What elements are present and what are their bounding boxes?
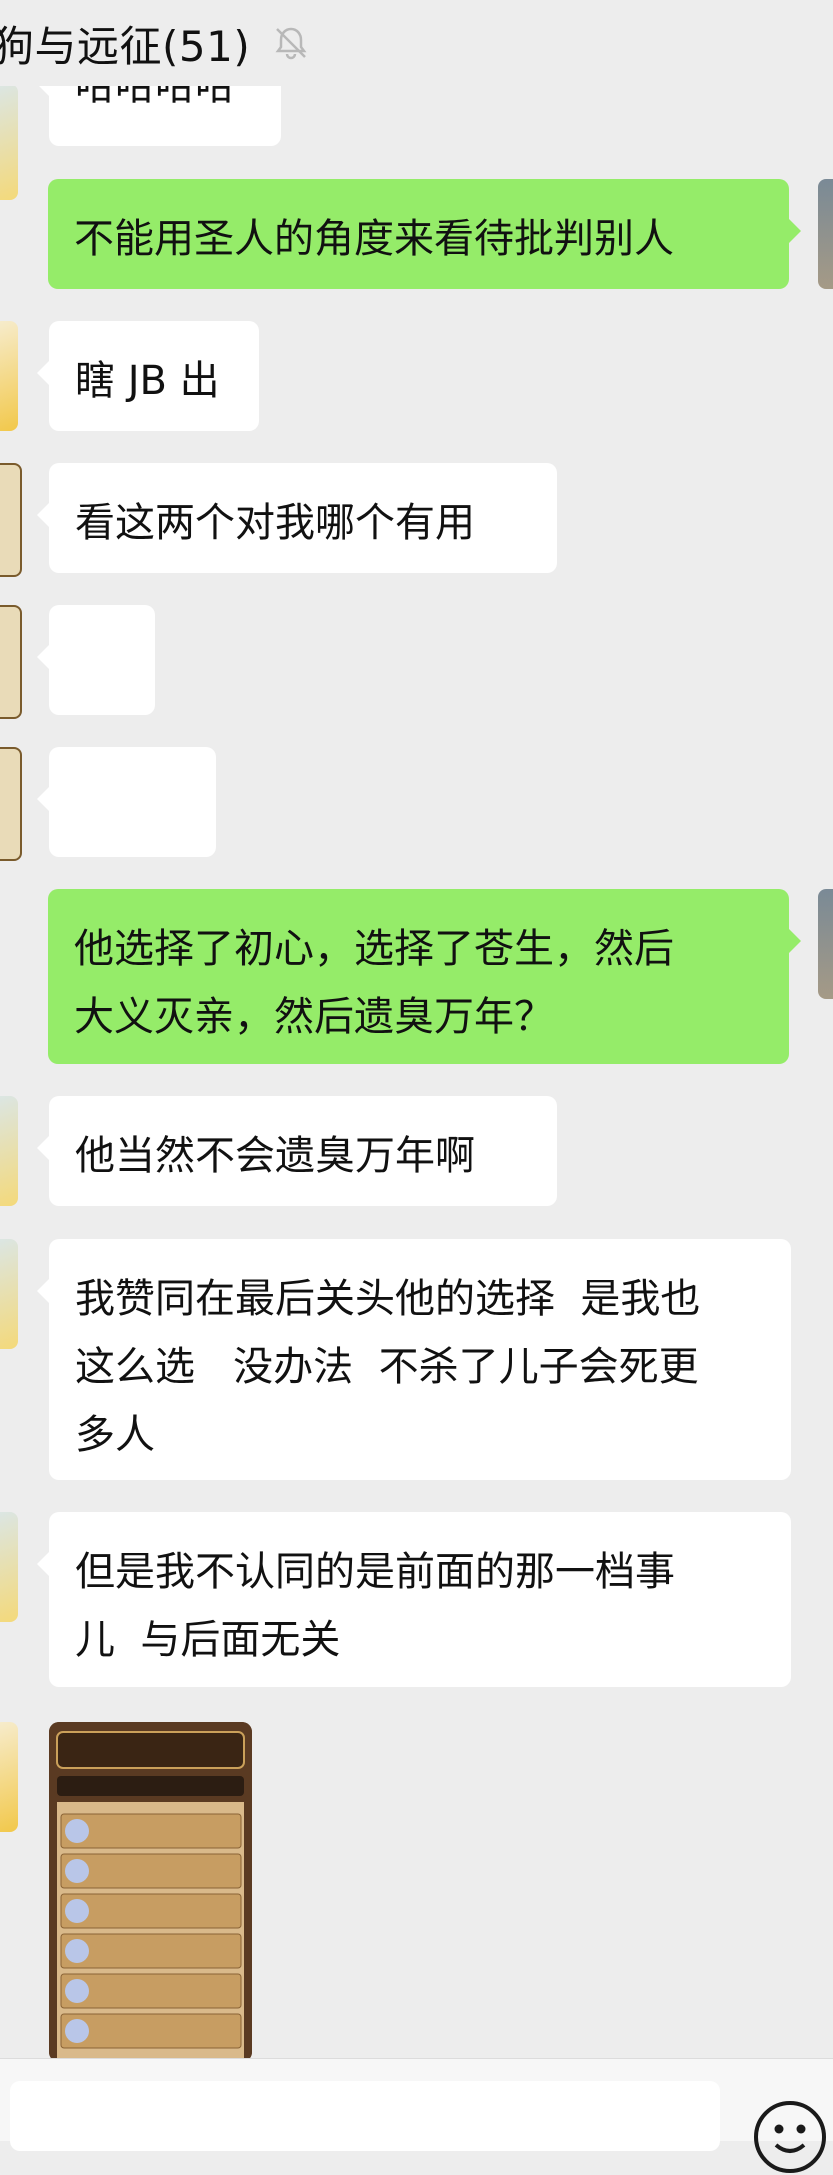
- emoji-message[interactable]: [37, 747, 216, 1041]
- avatar[interactable]: [0, 1512, 18, 1622]
- message-bubble[interactable]: 瞎 JB 出: [37, 321, 259, 431]
- avatar[interactable]: [0, 84, 18, 200]
- game-screenshot-thumbnail: [49, 1722, 252, 2060]
- avatar[interactable]: [0, 747, 22, 861]
- bell-off-icon: [275, 27, 307, 60]
- message-bubble[interactable]: 看这两个对我哪个有用: [37, 463, 557, 573]
- chat-header: 狗与远征(51): [0, 0, 833, 86]
- message-bubble[interactable]: 不能用圣人的角度来看待批判别人: [48, 179, 801, 289]
- message-bubble[interactable]: 我赞同在最后关头他的选择 是我也 这么选 没办法 不杀了儿子会死更 多人: [37, 1239, 791, 1480]
- avatar[interactable]: [0, 605, 22, 719]
- message-bubble[interactable]: 但是我不认同的是前面的那一档事 儿 与后面无关: [37, 1512, 791, 1687]
- avatar[interactable]: [0, 463, 22, 577]
- avatar[interactable]: [0, 1239, 18, 1349]
- message-input[interactable]: [10, 2081, 720, 2151]
- chat-history[interactable]: 哈哈哈哈 不能用圣人的角度来看待批判别人 瞎 JB 出 看这两个对我哪个有用 他…: [0, 0, 833, 2060]
- smiley-face-icon[interactable]: [752, 2099, 828, 2175]
- message-bubble[interactable]: 他选择了初心，选择了苍生，然后 大义灭亲，然后遗臭万年？: [48, 889, 801, 1064]
- emoji-message[interactable]: [37, 605, 155, 831]
- input-bar: [0, 2058, 833, 2173]
- image-message[interactable]: [49, 1722, 252, 2060]
- avatar[interactable]: [0, 1722, 18, 1832]
- chat-title[interactable]: 狗与远征(51): [0, 13, 250, 74]
- avatar[interactable]: [0, 1096, 18, 1206]
- message-bubble[interactable]: 他当然不会遗臭万年啊: [37, 1096, 557, 1206]
- avatar[interactable]: [0, 321, 18, 431]
- own-avatar[interactable]: [818, 179, 833, 289]
- own-avatar[interactable]: [818, 889, 833, 999]
